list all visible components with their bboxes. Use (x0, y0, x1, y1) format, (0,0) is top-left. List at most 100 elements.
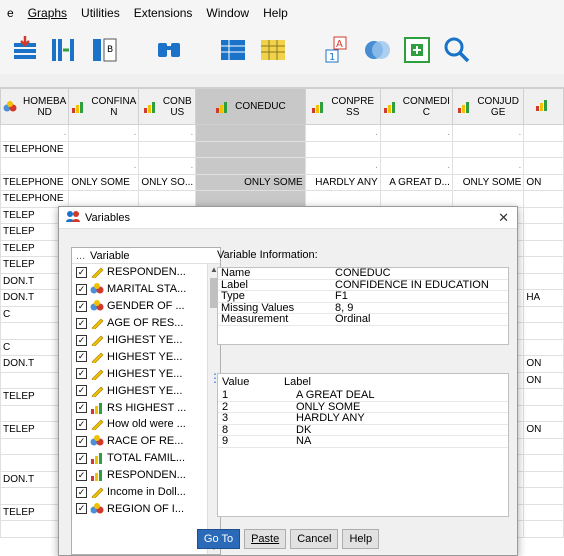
menu-window[interactable]: Window (199, 0, 256, 26)
table-cell[interactable]: ONLY SO... (138, 173, 197, 191)
variable-list-item[interactable]: ✓ MARITAL STA... (72, 281, 220, 298)
variable-list-item[interactable]: ✓ HIGHEST YE... (72, 332, 220, 349)
checkbox[interactable]: ✓ (76, 283, 87, 295)
variable-list-item[interactable]: ✓ RESPONDEN... (72, 467, 220, 484)
go-to-button[interactable]: Go To (196, 529, 241, 549)
close-icon[interactable]: ✕ (498, 210, 509, 226)
table-cell[interactable] (68, 190, 140, 208)
column-header-homeba[interactable]: HOMEBA ND (0, 88, 70, 125)
table-cell[interactable] (523, 322, 564, 340)
checkbox[interactable]: ✓ (76, 503, 87, 515)
column-header-conpre[interactable]: CONPRE SS (304, 88, 381, 125)
table-cell[interactable]: . (304, 157, 381, 175)
table-cell[interactable]: . (451, 157, 525, 175)
checkbox[interactable]: ✓ (76, 486, 87, 498)
run-script-icon[interactable] (400, 33, 434, 67)
table-cell[interactable] (379, 140, 453, 158)
table-cell[interactable]: . (68, 157, 140, 175)
use-sets-icon[interactable] (256, 33, 290, 67)
table-cell[interactable]: ONLY SOME (68, 173, 140, 191)
column-header-conmedi[interactable]: CONMEDI C (379, 88, 453, 125)
help-button[interactable]: Help (342, 529, 380, 549)
table-cell[interactable] (523, 487, 564, 505)
insert-variable-icon[interactable] (48, 33, 82, 67)
table-cell[interactable] (523, 503, 564, 521)
checkbox[interactable]: ✓ (76, 385, 87, 397)
checkbox[interactable]: ✓ (76, 435, 87, 447)
dialog-title-bar[interactable]: Variables (59, 207, 517, 229)
table-cell[interactable]: . (138, 124, 197, 142)
variable-list-item[interactable]: ✓ AGE OF RES... (72, 315, 220, 332)
variable-list-item[interactable]: ✓ HIGHEST YE... (72, 382, 220, 399)
table-cell[interactable] (304, 140, 381, 158)
show-all-variables-icon[interactable]: A1 (320, 33, 354, 67)
table-cell[interactable] (68, 140, 140, 158)
table-cell[interactable]: ON (523, 355, 564, 373)
checkbox[interactable]: ✓ (76, 452, 87, 464)
table-cell[interactable]: TELEPHONE (0, 173, 70, 191)
table-cell[interactable] (523, 388, 564, 406)
checkbox[interactable]: ✓ (76, 266, 87, 278)
checkbox[interactable]: ✓ (76, 368, 87, 380)
value-labels-icon[interactable] (216, 33, 250, 67)
variable-list-item[interactable]: ✓ How old were ... (72, 416, 220, 433)
variable-list-item[interactable]: ✓ TOTAL FAMIL... (72, 450, 220, 467)
checkbox[interactable]: ✓ (76, 418, 87, 430)
table-cell[interactable] (523, 239, 564, 257)
table-cell[interactable] (523, 520, 564, 538)
checkbox[interactable]: ✓ (76, 300, 87, 312)
checkbox[interactable]: ✓ (76, 469, 87, 481)
spelling-icon[interactable] (360, 33, 394, 67)
table-cell[interactable]: TELEPHONE (0, 190, 70, 208)
menu-extensions[interactable]: Extensions (127, 0, 200, 26)
column-header-coneduc[interactable]: CONEDUC (195, 88, 306, 125)
search-icon[interactable] (440, 33, 474, 67)
table-cell[interactable] (451, 190, 525, 208)
table-cell[interactable] (523, 454, 564, 472)
table-cell[interactable] (523, 338, 564, 356)
table-cell[interactable] (523, 437, 564, 455)
table-cell[interactable] (451, 140, 525, 158)
table-cell[interactable] (195, 124, 306, 142)
table-cell[interactable]: . (379, 124, 453, 142)
table-cell[interactable] (195, 140, 306, 158)
find-icon[interactable] (152, 33, 186, 67)
table-cell[interactable]: ON (523, 371, 564, 389)
table-cell[interactable] (523, 157, 564, 175)
checkbox[interactable]: ✓ (76, 334, 87, 346)
table-cell[interactable] (523, 404, 564, 422)
table-cell[interactable]: . (68, 124, 140, 142)
column-header-conjud[interactable]: CONJUD GE (451, 88, 525, 125)
split-file-icon[interactable]: B (88, 33, 122, 67)
table-cell[interactable]: ONLY SOME (195, 173, 306, 191)
column-header-partial[interactable] (523, 88, 564, 125)
table-cell[interactable] (195, 157, 306, 175)
table-cell[interactable] (138, 190, 197, 208)
variable-list-item[interactable]: ✓ HIGHEST YE... (72, 365, 220, 382)
table-cell[interactable] (138, 140, 197, 158)
table-cell[interactable]: ON (523, 173, 564, 191)
checkbox[interactable]: ✓ (76, 351, 87, 363)
table-cell[interactable] (523, 206, 564, 224)
variable-list[interactable]: ... Variable ✓ RESPONDEN... ✓ MARITAL STA...… (71, 247, 221, 555)
splitter-handle[interactable]: ⋮ (209, 372, 221, 384)
table-cell[interactable]: ON (523, 421, 564, 439)
table-cell[interactable]: . (304, 124, 381, 142)
variable-list-item[interactable]: ✓ HIGHEST YE... (72, 348, 220, 365)
menu-utilities[interactable]: Utilities (74, 0, 127, 26)
checkbox[interactable]: ✓ (76, 402, 87, 414)
menu-file[interactable]: e (0, 0, 21, 26)
column-header-conb[interactable]: CONB US (138, 88, 197, 125)
variable-list-item[interactable]: ✓ RACE OF RE... (72, 433, 220, 450)
table-cell[interactable] (0, 157, 70, 175)
table-cell[interactable] (379, 190, 453, 208)
table-cell[interactable] (523, 223, 564, 241)
table-cell[interactable] (523, 272, 564, 290)
table-cell[interactable]: TELEPHONE (0, 140, 70, 158)
table-cell[interactable]: A GREAT D... (379, 173, 453, 191)
variable-list-item[interactable]: ✓ RS HIGHEST ... (72, 399, 220, 416)
table-cell[interactable] (523, 256, 564, 274)
table-cell[interactable]: . (451, 124, 525, 142)
cancel-button[interactable]: Cancel (290, 529, 339, 549)
table-cell[interactable]: HARDLY ANY (304, 173, 381, 191)
